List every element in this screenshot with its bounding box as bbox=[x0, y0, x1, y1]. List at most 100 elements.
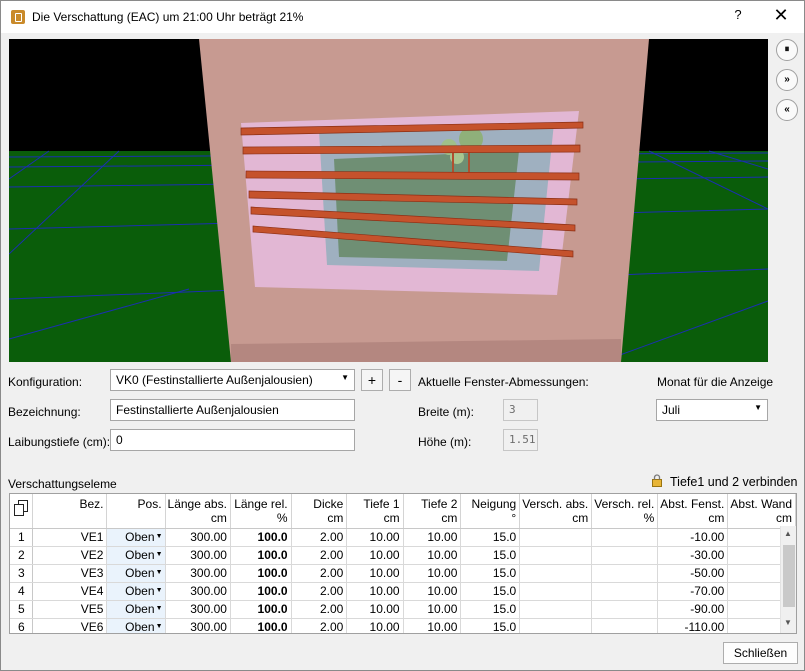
cell-dicke[interactable]: 2.00 bbox=[291, 618, 348, 633]
cell-laenge-rel[interactable]: 100.0 bbox=[230, 564, 292, 583]
monat-select[interactable]: Juli ▼ bbox=[656, 399, 768, 421]
help-button[interactable]: ? bbox=[731, 7, 745, 22]
close-icon[interactable]: ✕ bbox=[771, 5, 791, 25]
cell-bez[interactable]: VE3 bbox=[32, 564, 108, 583]
cell-tiefe2[interactable]: 10.00 bbox=[403, 528, 462, 547]
cell-bez[interactable]: VE5 bbox=[32, 600, 108, 619]
cell-laenge-rel[interactable]: 100.0 bbox=[230, 528, 292, 547]
cell-abst-fenst[interactable]: -30.00 bbox=[657, 546, 729, 565]
cell-versch-rel[interactable] bbox=[591, 582, 659, 601]
cell-dicke[interactable]: 2.00 bbox=[291, 528, 348, 547]
col-dicke[interactable]: Dicke cm bbox=[291, 494, 348, 529]
col-abst-fenst[interactable]: Abst. Fenst. cm bbox=[657, 494, 729, 529]
col-abst-wand[interactable]: Abst. Wand cm bbox=[727, 494, 796, 529]
col-pos[interactable]: Pos. bbox=[106, 494, 166, 529]
cell-bez[interactable]: VE2 bbox=[32, 546, 108, 565]
cell-tiefe1[interactable]: 10.00 bbox=[346, 618, 404, 633]
cell-laenge-abs[interactable]: 300.00 bbox=[165, 600, 231, 619]
bezeichnung-input[interactable]: Festinstallierte Außenjalousien bbox=[110, 399, 355, 421]
chevron-down-icon[interactable]: ▼ bbox=[156, 587, 163, 594]
chevron-down-icon[interactable]: ▼ bbox=[156, 551, 163, 558]
cell-versch-abs[interactable] bbox=[519, 600, 593, 619]
cell-neigung[interactable]: 15.0 bbox=[460, 546, 521, 565]
3d-viewport[interactable] bbox=[9, 39, 768, 362]
vertical-scrollbar[interactable]: ▲ ▼ bbox=[780, 526, 796, 633]
copy-icon[interactable] bbox=[10, 494, 34, 529]
cell-neigung[interactable]: 15.0 bbox=[460, 618, 521, 633]
cell-abst-fenst[interactable]: -90.00 bbox=[657, 600, 729, 619]
cell-laenge-rel[interactable]: 100.0 bbox=[230, 600, 292, 619]
cell-versch-rel[interactable] bbox=[591, 528, 659, 547]
cell-bez[interactable]: VE6 bbox=[32, 618, 108, 633]
laibungstiefe-input[interactable]: 0 bbox=[110, 429, 355, 451]
chevron-down-icon[interactable]: ▼ bbox=[156, 569, 163, 576]
rewind-button[interactable]: « bbox=[776, 99, 798, 121]
row-number[interactable]: 4 bbox=[10, 582, 34, 601]
scroll-up-icon[interactable]: ▲ bbox=[784, 529, 792, 538]
col-neigung[interactable]: Neigung ° bbox=[460, 494, 521, 529]
cell-pos[interactable]: Oben ▼ bbox=[106, 618, 166, 633]
col-tiefe1[interactable]: Tiefe 1 cm bbox=[346, 494, 404, 529]
row-number[interactable]: 1 bbox=[10, 528, 34, 547]
cell-abst-fenst[interactable]: -110.00 bbox=[657, 618, 729, 633]
col-versch-rel[interactable]: Versch. rel.% bbox=[591, 494, 659, 529]
col-tiefe2[interactable]: Tiefe 2 cm bbox=[403, 494, 462, 529]
chevron-down-icon[interactable]: ▼ bbox=[156, 623, 163, 630]
cell-laenge-rel[interactable]: 100.0 bbox=[230, 618, 292, 633]
close-dialog-button[interactable]: Schließen bbox=[723, 642, 798, 664]
cell-dicke[interactable]: 2.00 bbox=[291, 546, 348, 565]
lock-icon[interactable] bbox=[651, 474, 663, 490]
table-row[interactable]: 3 VE3 Oben ▼ 300.00 100.0 2.00 10.00 10.00 15.0 -5… bbox=[10, 564, 796, 583]
remove-config-button[interactable]: - bbox=[389, 369, 411, 391]
cell-tiefe2[interactable]: 10.00 bbox=[403, 546, 462, 565]
cell-laenge-rel[interactable]: 100.0 bbox=[230, 582, 292, 601]
cell-dicke[interactable]: 2.00 bbox=[291, 600, 348, 619]
col-laenge-rel[interactable]: Länge rel.% bbox=[230, 494, 292, 529]
scroll-down-icon[interactable]: ▼ bbox=[784, 618, 792, 627]
row-number[interactable]: 2 bbox=[10, 546, 34, 565]
table-row[interactable]: 4 VE4 Oben ▼ 300.00 100.0 2.00 10.00 10.00 15.0 -7… bbox=[10, 582, 796, 601]
cell-neigung[interactable]: 15.0 bbox=[460, 564, 521, 583]
cell-tiefe1[interactable]: 10.00 bbox=[346, 546, 404, 565]
chevron-down-icon[interactable]: ▼ bbox=[156, 605, 163, 612]
table-row[interactable]: 1 VE1 Oben ▼ 300.00 100.0 2.00 10.00 10.00 15.0 -1… bbox=[10, 528, 796, 547]
pause-button[interactable]: ⏸ bbox=[776, 39, 798, 61]
cell-laenge-abs[interactable]: 300.00 bbox=[165, 528, 231, 547]
cell-neigung[interactable]: 15.0 bbox=[460, 600, 521, 619]
add-config-button[interactable]: + bbox=[361, 369, 383, 391]
row-number[interactable]: 5 bbox=[10, 600, 34, 619]
cell-pos[interactable]: Oben ▼ bbox=[106, 528, 166, 547]
table-row[interactable]: 6 VE6 Oben ▼ 300.00 100.0 2.00 10.00 10.00 15.0 -1… bbox=[10, 618, 796, 633]
cell-versch-abs[interactable] bbox=[519, 528, 593, 547]
col-bez[interactable]: Bez. bbox=[32, 494, 108, 529]
cell-neigung[interactable]: 15.0 bbox=[460, 582, 521, 601]
cell-neigung[interactable]: 15.0 bbox=[460, 528, 521, 547]
cell-versch-rel[interactable] bbox=[591, 618, 659, 633]
cell-tiefe1[interactable]: 10.00 bbox=[346, 564, 404, 583]
cell-laenge-rel[interactable]: 100.0 bbox=[230, 546, 292, 565]
cell-abst-fenst[interactable]: -50.00 bbox=[657, 564, 729, 583]
fast-forward-button[interactable]: » bbox=[776, 69, 798, 91]
cell-laenge-abs[interactable]: 300.00 bbox=[165, 546, 231, 565]
table-row[interactable]: 5 VE5 Oben ▼ 300.00 100.0 2.00 10.00 10.00 15.0 -9… bbox=[10, 600, 796, 619]
cell-laenge-abs[interactable]: 300.00 bbox=[165, 618, 231, 633]
cell-versch-rel[interactable] bbox=[591, 546, 659, 565]
col-laenge-abs[interactable]: Länge abs. cm bbox=[165, 494, 231, 529]
cell-pos[interactable]: Oben ▼ bbox=[106, 546, 166, 565]
cell-laenge-abs[interactable]: 300.00 bbox=[165, 564, 231, 583]
cell-pos[interactable]: Oben ▼ bbox=[106, 600, 166, 619]
cell-tiefe2[interactable]: 10.00 bbox=[403, 618, 462, 633]
col-versch-abs[interactable]: Versch. abs. cm bbox=[519, 494, 593, 529]
cell-versch-rel[interactable] bbox=[591, 564, 659, 583]
cell-pos[interactable]: Oben ▼ bbox=[106, 564, 166, 583]
konfiguration-select[interactable]: VK0 (Festinstallierte Außenjalousien) ▼ bbox=[110, 369, 355, 391]
row-number[interactable]: 6 bbox=[10, 618, 34, 633]
cell-abst-fenst[interactable]: -10.00 bbox=[657, 528, 729, 547]
cell-versch-abs[interactable] bbox=[519, 546, 593, 565]
cell-versch-abs[interactable] bbox=[519, 582, 593, 601]
cell-tiefe1[interactable]: 10.00 bbox=[346, 582, 404, 601]
cell-tiefe2[interactable]: 10.00 bbox=[403, 582, 462, 601]
cell-versch-rel[interactable] bbox=[591, 600, 659, 619]
cell-bez[interactable]: VE4 bbox=[32, 582, 108, 601]
cell-pos[interactable]: Oben ▼ bbox=[106, 582, 166, 601]
